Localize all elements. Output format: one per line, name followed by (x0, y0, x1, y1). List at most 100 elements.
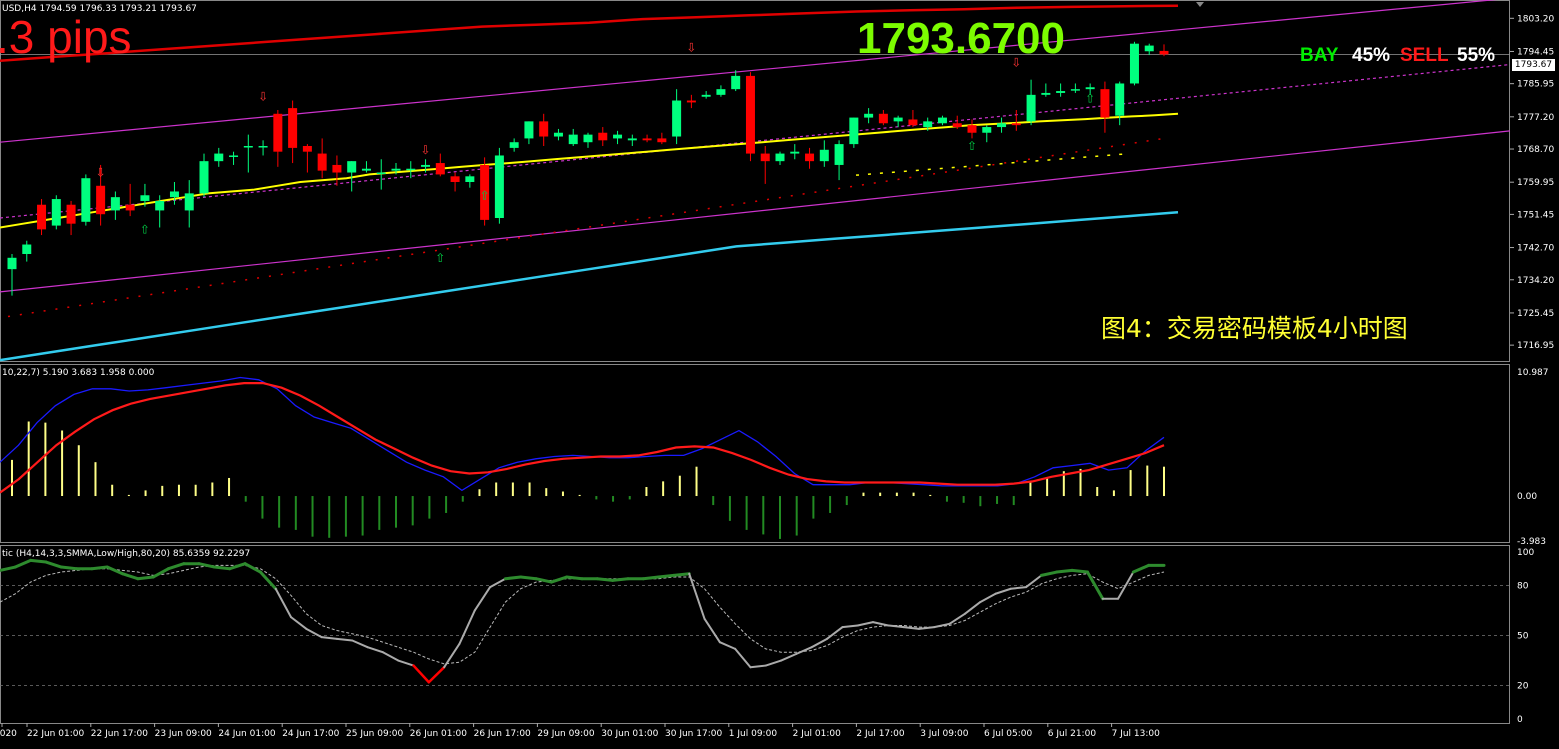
price-axis-label: 1759.95 (1517, 178, 1554, 188)
stochastic-main-segment (443, 642, 461, 669)
stochastic-main-segment (228, 562, 247, 571)
pips-indicator: .3 pips (0, 11, 132, 63)
channel-lower-line (0, 130, 1511, 293)
stochastic-main-segment (335, 637, 354, 642)
price-axis-label: 1785.95 (1517, 80, 1554, 90)
price-axis-label: 1794.45 (1517, 47, 1554, 57)
time-axis-label: 29 Jun 09:00 (537, 729, 594, 739)
stochastic-main-segment (703, 617, 721, 644)
bull-candle (421, 164, 431, 167)
stochastic-main-segment (565, 575, 584, 581)
bear-candle (539, 121, 549, 137)
bull-candle (465, 176, 475, 182)
time-axis-label: 2 Jul 01:00 (793, 729, 842, 739)
bull-candle (214, 153, 224, 162)
bull-candle (864, 113, 874, 118)
bear-candle (760, 153, 770, 162)
bull-candle (834, 144, 844, 165)
bear-candle (657, 138, 667, 143)
stochastic-axis-label: 50 (1517, 632, 1529, 642)
time-axis-label: 2 Jul 17:00 (856, 729, 905, 739)
stochastic-axis-label: 100 (1517, 548, 1534, 558)
time-axis-label: 26 Jun 17:00 (474, 729, 531, 739)
stochastic-main-segment (1117, 571, 1135, 600)
macd-axis-label: 0.00 (1517, 492, 1537, 502)
bull-candle (361, 168, 371, 171)
chart-canvas[interactable]: 1803.20 1794.45 1785.95 1777.20 1768.70 1759.… (0, 0, 1559, 745)
bull-candle (494, 155, 504, 218)
bull-candle (701, 94, 711, 97)
time-axis-label: 22 Jun 17:00 (91, 729, 148, 739)
stochastic-main-segment (166, 562, 186, 571)
bull-candle (229, 155, 239, 157)
bull-candle (22, 244, 32, 254)
stochastic-main-segment (841, 624, 859, 629)
bull-candle (1144, 45, 1154, 52)
bull-candle (716, 89, 726, 95)
bear-candle (450, 176, 460, 182)
stochastic-main-segment (1070, 568, 1089, 574)
bear-candle (96, 185, 106, 215)
stochastic-main-segment (59, 565, 79, 571)
time-axis-label: 1 Jul 09:00 (729, 729, 778, 739)
stochastic-main-segment (826, 626, 844, 640)
bull-candle (893, 117, 903, 122)
bull-candle (81, 178, 91, 222)
channel-upper-line (0, 0, 1498, 143)
stochastic-main-segment (503, 575, 523, 581)
bull-candle (997, 123, 1007, 128)
stochastic-main-segment (780, 652, 798, 662)
bear-candle (302, 146, 312, 152)
macd-signal-line (0, 382, 1165, 494)
macd-axis-label: 10.987 (1517, 368, 1549, 378)
time-axis-label: 30 Jun 17:00 (665, 729, 722, 739)
price-axis-label: 1803.20 (1517, 14, 1554, 24)
bear-candle (878, 113, 888, 124)
big-price: 1793.6700 (857, 14, 1065, 63)
bull-candle (1026, 94, 1036, 122)
stochastic-axis-label: 80 (1517, 581, 1529, 591)
time-axis-label: 25 Jun 09:00 (346, 729, 403, 739)
bull-candle (391, 168, 401, 171)
chart-shift-marker (1196, 2, 1204, 7)
stochastic-main-segment (718, 641, 737, 650)
stochastic-main-segment (1131, 563, 1151, 574)
bear-candle (642, 138, 652, 141)
sell-signal-arrow: ⇩ (421, 143, 431, 157)
stochastic-main-segment (534, 577, 553, 584)
stochastic-axis-label: 0 (1517, 715, 1523, 725)
time-axis-label: 6 Jul 05:00 (984, 729, 1033, 739)
stochastic-main-segment (1009, 586, 1028, 590)
bear-candle (317, 153, 327, 171)
price-axis-label: 1768.70 (1517, 145, 1554, 155)
stochastic-main-segment (136, 575, 155, 581)
stochastic-main-segment (458, 609, 476, 645)
price-axis-label: 1716.95 (1517, 341, 1554, 351)
bull-candle (110, 197, 120, 211)
time-axis-label: 6 Jul 21:00 (1048, 729, 1097, 739)
time-axis-label: 24 Jun 01:00 (218, 729, 275, 739)
bull-candle (199, 161, 209, 194)
bull-candle (140, 195, 150, 201)
time-axis-label: 3 Jul 09:00 (920, 729, 969, 739)
bull-candle (51, 199, 61, 226)
stochastic-main-segment (381, 651, 400, 662)
bear-candle (37, 204, 47, 230)
bull-candle (7, 257, 17, 270)
buy-signal-arrow: ⇧ (1085, 92, 1095, 106)
bull-candle (169, 191, 179, 198)
bear-candle (1100, 89, 1110, 118)
stochastic-main-segment (351, 639, 369, 649)
bull-candle (568, 134, 578, 145)
stochastic-main-segment (397, 659, 415, 667)
stochastic-main-segment (734, 647, 752, 669)
buy-signal-arrow: ⇧ (140, 222, 150, 236)
trading-chart[interactable]: 1803.20 1794.45 1785.95 1777.20 1768.70 1759.… (0, 0, 1559, 745)
stochastic-main-segment (948, 612, 966, 625)
macd-indicator-label: 10,22,7) 5.190 3.683 1.958 0.000 (2, 368, 155, 378)
stochastic-main-segment (1039, 570, 1059, 577)
bear-candle (288, 108, 298, 148)
buy-signal-arrow: ⇧ (480, 188, 490, 202)
stochastic-main-segment (427, 665, 446, 684)
stochastic-main-segment (473, 586, 492, 612)
